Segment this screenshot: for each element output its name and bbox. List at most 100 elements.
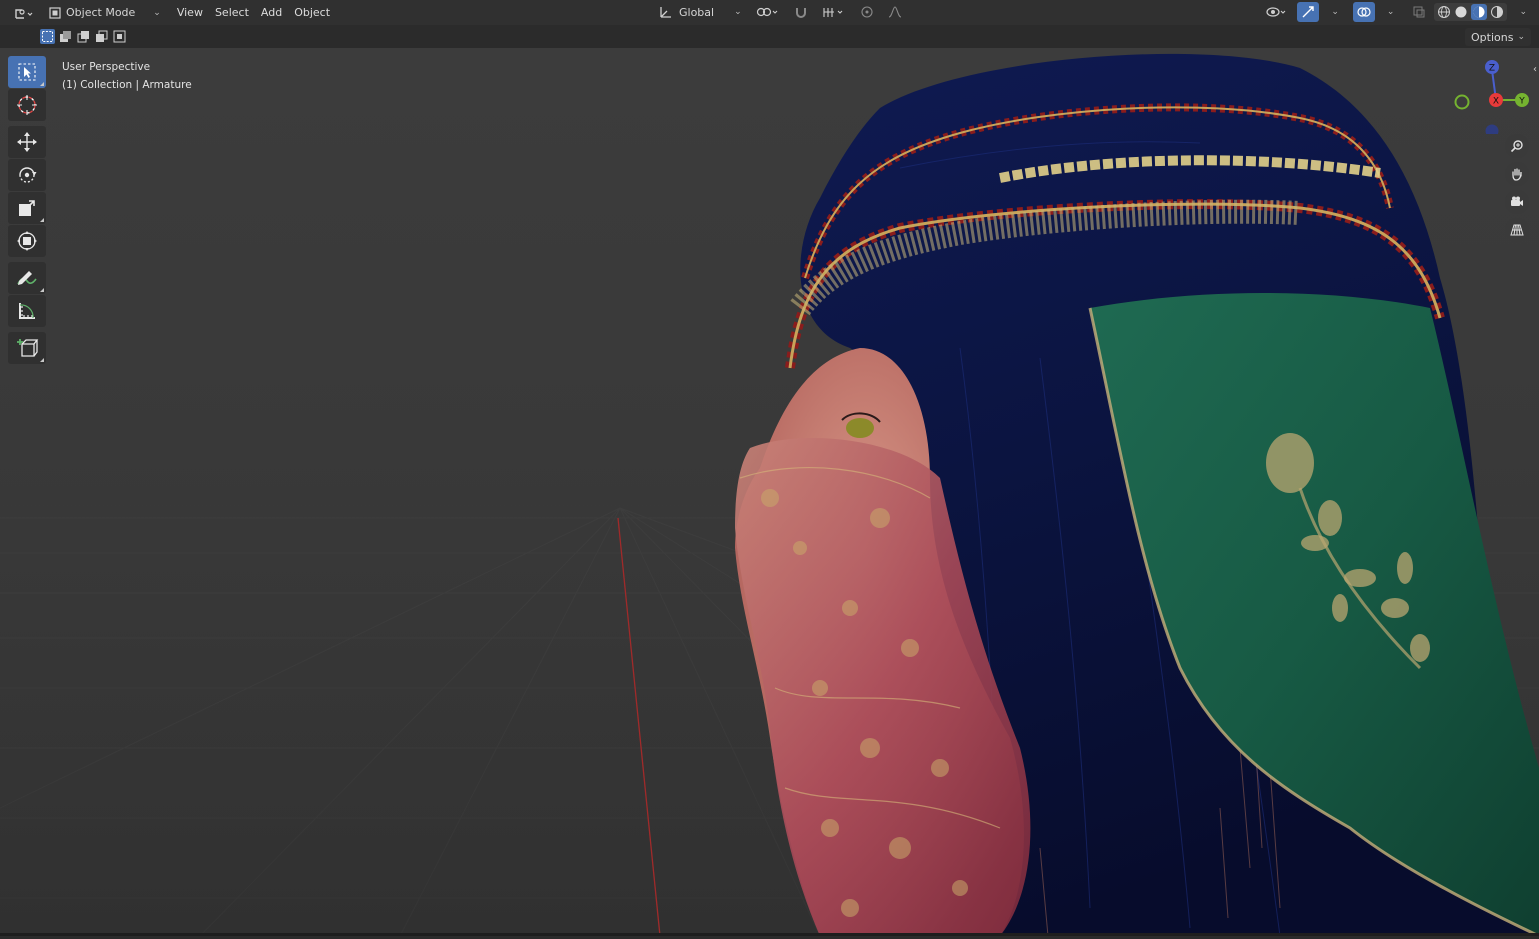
measure-tool[interactable] [7,295,46,327]
3d-cursor-icon [16,95,37,115]
gizmo-dropdown[interactable]: ⌄ [1323,2,1343,22]
shading-options-dropdown[interactable]: ⌄ [1511,2,1531,22]
overlays-icon [1357,7,1371,17]
zoom-button[interactable] [1505,134,1529,158]
tool-variants-indicator [39,358,44,362]
rotate-tool[interactable] [7,159,46,191]
menu-view[interactable]: View [171,6,209,19]
options-label: Options [1471,30,1514,44]
collection-info-label: (1) Collection | Armature [62,79,192,91]
menu-select[interactable]: Select [209,6,255,19]
object-visibility-dropdown[interactable] [1261,2,1293,22]
menu-object[interactable]: Object [288,6,336,19]
object-mode-icon [49,6,61,19]
transform-icon [16,231,37,251]
character-model[interactable] [735,53,1539,936]
falloff-curve-icon [888,6,901,18]
chevron-down-icon: ⌄ [734,7,742,17]
material-preview-shading-icon [1473,6,1485,18]
snap-increment-icon [823,8,843,17]
proportional-edit-toggle[interactable] [856,2,878,22]
add-cube-tool[interactable] [7,332,46,364]
magnet-icon [795,8,806,18]
move-tool[interactable] [7,126,46,158]
falloff-dropdown[interactable] [884,2,906,22]
pivot-point-button[interactable] [752,2,784,22]
view-name-label: User Perspective [62,61,151,73]
menu-add[interactable]: Add [255,6,288,19]
camera-view-button[interactable] [1505,190,1529,214]
chevron-down-icon: ⌄ [1519,7,1527,17]
mode-label: Object Mode [66,6,136,19]
solid-shading-icon[interactable] [1454,5,1468,19]
annotate-pencil-icon [16,271,37,285]
z-axis-label: Z [1489,64,1495,74]
add-cube-icon [16,339,38,357]
overlays-toggle[interactable] [1352,2,1375,22]
pan-button[interactable] [1505,162,1529,186]
annotate-tool[interactable] [7,262,46,294]
snap-target-dropdown[interactable] [818,2,850,22]
select-intersect-icon [113,30,126,43]
pivot-icon [756,7,778,17]
viewport-header: Object Mode ⌄ View Select Add Object Glo… [0,0,1539,25]
material-preview-button[interactable] [1471,4,1488,20]
xray-icon [1413,6,1425,18]
viewport-bottom-edge [0,933,1539,936]
tool-settings-bar: Options ⌄ [0,25,1539,48]
chevron-down-icon: ⌄ [1517,32,1525,42]
scale-tool[interactable] [7,192,46,224]
tool-variants-indicator [39,288,44,292]
chevron-down-icon: ⌄ [1331,7,1339,17]
sidebar-toggle-arrow[interactable]: ‹ [1533,64,1537,75]
selection-mode-group [40,29,127,44]
camera-icon [1511,196,1523,206]
eye [846,418,874,438]
move-arrows-icon [16,132,37,152]
snap-toggle[interactable] [790,2,812,22]
orientation-icon [660,7,671,18]
proportional-edit-icon [861,6,873,18]
select-box-tool[interactable] [7,56,46,88]
header-right-tools: ⌄ ⌄ ⌄ [1261,2,1531,22]
overlays-dropdown[interactable]: ⌄ [1379,2,1399,22]
3d-viewport[interactable]: User Perspective (1) Collection | Armatu… [0,48,1539,936]
select-subtract-icon [77,31,89,43]
zoom-icon [1510,140,1523,153]
perspective-toggle-button[interactable] [1505,218,1529,242]
shading-mode-group [1434,3,1508,21]
chevron-down-icon: ⌄ [153,7,161,18]
xray-toggle[interactable] [1408,2,1430,22]
select-extend-icon [60,31,71,42]
wireframe-shading-icon[interactable] [1437,5,1451,19]
select-box-icon [17,63,36,81]
navigation-gizmo[interactable]: Z Y X [1450,54,1530,134]
select-intersect-button[interactable] [112,29,127,44]
select-subtract-button[interactable] [76,29,91,44]
chevron-down-icon: ⌄ [1386,7,1395,17]
rendered-shading-icon[interactable] [1490,5,1504,19]
transform-tool[interactable] [7,225,46,257]
eye-icon [1266,7,1286,17]
gizmo-toggle[interactable] [1297,2,1320,22]
mode-dropdown[interactable]: Object Mode ⌄ [44,6,165,20]
options-dropdown[interactable]: Options ⌄ [1465,28,1531,46]
select-new-button[interactable] [40,29,55,44]
tool-variants-indicator [39,218,44,222]
rotate-icon [18,167,36,183]
x-axis-label: X [1493,97,1499,107]
gizmo-arrows-icon [1302,6,1315,18]
grid-perspective-icon [1510,224,1524,236]
select-extend-button[interactable] [58,29,73,44]
transform-orientation-dropdown[interactable]: Global ⌄ [655,2,746,22]
cursor-tool[interactable] [7,89,46,121]
select-difference-button[interactable] [94,29,109,44]
ruler-icon [18,303,35,319]
neg-y-axis-handle[interactable] [1454,94,1470,110]
scale-icon [18,200,35,216]
select-difference-icon [96,30,108,42]
y-axis-label: Y [1518,97,1525,107]
neg-z-axis-handle[interactable] [1485,124,1499,135]
editor-type-button[interactable] [10,3,38,23]
hand-icon [1512,168,1522,181]
